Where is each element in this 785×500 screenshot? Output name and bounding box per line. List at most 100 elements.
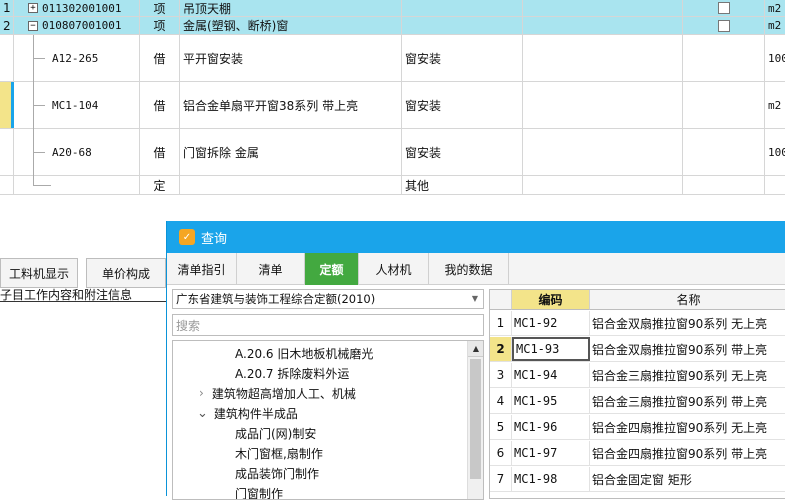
row-index: 5 [490,415,512,439]
row-number [0,35,14,81]
item-unit: 100 [768,145,785,159]
table-row[interactable]: A20-68 借 门窗拆除 金属 窗安装 100 [0,129,785,176]
item-empty [523,176,683,194]
tab-unit-price[interactable]: 单价构成 [86,258,166,288]
table-row[interactable]: 5 MC1-96 铝合金四扇推拉窗90系列 无上亮 [490,415,785,440]
quota-code: MC1-96 [512,415,590,439]
item-spec [402,0,523,16]
work-content-info[interactable]: 子目工作内容和附注信息 [0,288,166,302]
item-empty [523,17,683,34]
item-unit: m2 [768,1,782,15]
column-header-code[interactable]: 编码 [512,290,590,310]
item-code: 011302001001 [42,1,122,15]
item-unit: m2 [768,98,782,112]
table-row[interactable]: A12-265 借 平开窗安装 窗安装 100 [0,35,785,82]
tree-item[interactable]: 成品装饰门制作 [235,463,319,483]
table-row[interactable]: 定 其他 [0,176,785,195]
quota-code: MC1-98 [512,467,590,491]
item-spec: 其他 [402,176,523,194]
tab-labor-material[interactable]: 人材机 [359,253,429,285]
tab-list[interactable]: 清单 [237,253,305,285]
row-index: 1 [490,311,512,335]
tab-my-data[interactable]: 我的数据 [429,253,509,285]
row-checkbox[interactable] [717,19,730,32]
table-row[interactable]: 2 − 010807001001 项 金属(塑钢、断桥)窗 m2 [0,17,785,35]
item-empty [683,176,765,194]
tab-material-display[interactable]: 工料机显示 [0,258,78,288]
row-number [0,129,14,175]
item-empty [523,0,683,16]
item-unit: m2 [768,19,782,32]
item-empty [683,82,765,128]
quota-library-select[interactable]: 广东省建筑与装饰工程综合定额(2010) ▼ [172,289,484,309]
scroll-thumb[interactable] [470,359,481,479]
current-row-marker [0,82,14,128]
dialog-title-bar[interactable]: ✓ 查询 [167,221,785,253]
item-type: 项 [140,0,180,16]
item-spec: 窗安装 [402,129,523,175]
table-row[interactable]: 1 + 011302001001 项 吊顶天棚 m2 [0,0,785,17]
tree-line [33,105,45,106]
table-row-selected[interactable]: 2 MC1-93 铝合金双扇推拉窗90系列 带上亮 [490,337,785,362]
tree-line [33,185,51,186]
tree-line [33,58,45,59]
item-name: 金属(塑钢、断桥)窗 [180,17,402,34]
expand-icon[interactable]: + [28,3,38,13]
table-row[interactable]: 6 MC1-97 铝合金四扇推拉窗90系列 带上亮 [490,441,785,466]
item-unit: 100 [768,51,785,65]
row-number: 2 [0,17,14,34]
dialog-tabs: 清单指引 清单 定额 人材机 我的数据 [167,253,785,285]
chevron-down-icon[interactable]: ⌄ [197,406,208,421]
item-unit [765,176,785,194]
row-index: 7 [490,467,512,491]
tab-quota[interactable]: 定额 [305,253,359,285]
row-index: 6 [490,441,512,465]
quota-tree: A.20.6 旧木地板机械磨光 A.20.7 拆除废料外运 › 建筑物超高增加人… [172,340,484,500]
item-empty [683,35,765,81]
item-name: 铝合金单扇平开窗38系列 带上亮 [180,82,402,128]
chevron-down-icon: ▼ [471,294,478,303]
tree-item[interactable]: 木门窗框,扇制作 [235,443,323,463]
item-empty [683,129,765,175]
tab-list-guide[interactable]: 清单指引 [167,253,237,285]
quota-code: MC1-94 [512,363,590,387]
table-row[interactable]: 7 MC1-98 铝合金固定窗 矩形 [490,467,785,492]
app-icon: ✓ [179,229,195,245]
item-name: 吊顶天棚 [180,0,402,16]
item-spec [402,17,523,34]
table-row[interactable]: 3 MC1-94 铝合金三扇推拉窗90系列 无上亮 [490,363,785,388]
table-row[interactable]: MC1-104 借 铝合金单扇平开窗38系列 带上亮 窗安装 m2 [0,82,785,129]
table-row[interactable]: 4 MC1-95 铝合金三扇推拉窗90系列 带上亮 [490,389,785,414]
tree-line [33,152,45,153]
table-row[interactable]: 1 MC1-92 铝合金双扇推拉窗90系列 无上亮 [490,311,785,336]
quota-result-table: 编码 名称 1 MC1-92 铝合金双扇推拉窗90系列 无上亮 2 MC1-93… [489,289,785,499]
row-index: 4 [490,389,512,413]
quota-name: 铝合金三扇推拉窗90系列 带上亮 [592,394,768,409]
tree-item[interactable]: A.20.7 拆除废料外运 [235,363,349,383]
item-name: 门窗拆除 金属 [180,129,402,175]
tree-item[interactable]: 门窗制作 [235,483,283,500]
tree-scrollbar[interactable]: ▲ [467,341,483,499]
chevron-right-icon[interactable]: › [199,386,204,400]
quota-code[interactable]: MC1-93 [512,337,590,361]
item-empty [523,82,683,128]
tree-item[interactable]: 成品门(网)制安 [235,423,316,443]
scroll-up-icon[interactable]: ▲ [468,341,483,357]
item-type: 定 [140,176,180,194]
item-grid: 1 + 011302001001 项 吊顶天棚 m2 2 − 010807001… [0,0,785,195]
item-name [180,176,402,194]
search-input[interactable]: 搜索 [172,314,484,336]
tree-item[interactable]: A.20.6 旧木地板机械磨光 [235,343,373,363]
tree-item[interactable]: › 建筑物超高增加人工、机械 [199,383,356,403]
quota-name: 铝合金四扇推拉窗90系列 无上亮 [592,420,768,435]
column-header-name[interactable]: 名称 [590,290,785,310]
row-checkbox[interactable] [717,2,730,14]
tree-item[interactable]: ⌄ 建筑构件半成品 [197,403,298,423]
quota-library-value: 广东省建筑与装饰工程综合定额(2010) [176,292,376,306]
collapse-icon[interactable]: − [28,20,38,31]
item-spec: 窗安装 [402,82,523,128]
quota-name: 铝合金三扇推拉窗90系列 无上亮 [592,368,768,383]
row-number: 1 [0,0,14,16]
column-header-index [490,290,512,310]
tree-item-label: 建筑物超高增加人工、机械 [211,386,356,401]
